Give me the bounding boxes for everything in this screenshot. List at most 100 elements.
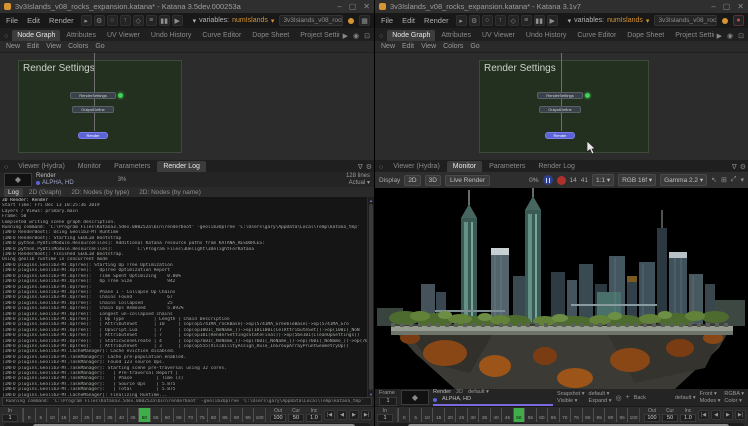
render-log-text[interactable]: 3D Render: RenderStart Time: Fri Dec 13 … [0, 197, 367, 397]
frame-tick[interactable]: 0 [398, 408, 409, 422]
view-preset-dropdown[interactable]: default ▾ [675, 395, 696, 401]
camera-icon[interactable]: ◎ [615, 394, 621, 402]
frame-tick[interactable]: 30 [92, 408, 104, 422]
toolbar-icon[interactable]: ○ [107, 15, 118, 26]
modes-dropdown[interactable]: Modes ▾ [700, 398, 721, 405]
main-tab[interactable]: Curve Editor [572, 30, 621, 41]
rgba-dropdown[interactable]: RGBA ▾ [724, 391, 744, 398]
menu-item[interactable]: File [4, 16, 20, 25]
panel-tab[interactable]: Monitor [72, 161, 107, 172]
refresh-icon[interactable]: ○ [377, 33, 386, 41]
stop-render-icon[interactable]: ● [733, 15, 744, 26]
nodegraph-menu-item[interactable]: New [381, 43, 395, 50]
menu-item[interactable]: Render [47, 16, 76, 25]
render-node[interactable]: Render [545, 132, 575, 139]
nodegraph-menu-item[interactable]: View [46, 43, 61, 50]
out-field[interactable]: Out 100 [270, 407, 286, 423]
frame-tick[interactable]: 10 [46, 408, 58, 422]
gamma-dropdown[interactable]: Gamma 2.2 ▾ [660, 174, 707, 186]
window-control-button[interactable]: ✕ [363, 2, 370, 11]
frame-tick[interactable]: 100 [627, 408, 638, 422]
frame-tick[interactable]: 75 [196, 408, 208, 422]
transport-button[interactable]: ▶ [723, 410, 733, 420]
frame-tick[interactable]: 60 [536, 408, 547, 422]
transport-button[interactable]: ◀ [711, 410, 721, 420]
frame-tick[interactable]: 10 [421, 408, 432, 422]
panel-tab[interactable]: Monitor [447, 161, 482, 172]
toolbar-icon[interactable]: ▸ [456, 15, 467, 26]
main-tab[interactable]: Node Graph [387, 30, 435, 41]
scene-name-field[interactable]: 3v3Islands_v08_rocks_M [279, 15, 343, 26]
frame-tick[interactable]: 5 [35, 408, 47, 422]
frame-tick[interactable]: 20 [444, 408, 455, 422]
pane-split-icon[interactable]: ⊡ [362, 32, 372, 41]
out-field[interactable]: Out 100 [644, 407, 660, 423]
nodegraph-menu-item[interactable]: Go [95, 43, 104, 50]
frame-tick[interactable]: 35 [104, 408, 116, 422]
render-thumbnail[interactable]: ◆ [401, 390, 429, 405]
transport-button[interactable]: ◀ [337, 410, 347, 420]
nodegraph-menu-item[interactable]: Go [470, 43, 479, 50]
transport-button[interactable]: |◀ [324, 410, 335, 420]
titlebar-left[interactable]: 3v3Islands_v08_rocks_expansion.katana* -… [0, 0, 374, 13]
panel-tab[interactable]: Render Log [157, 161, 206, 172]
panel-tab[interactable]: Viewer (Hydra) [12, 161, 71, 172]
refresh-icon[interactable]: ○ [2, 33, 11, 41]
toolbar-icon[interactable]: ⚙ [469, 15, 480, 26]
main-tab[interactable]: Project Settings [295, 30, 339, 41]
log-status-line[interactable]: Running command: 'C:\Program Files\Katan… [2, 397, 372, 406]
render-thumbnail[interactable]: ◆ [4, 173, 32, 187]
toolbar-icon[interactable]: ⚙ [94, 15, 105, 26]
live-render-button[interactable]: Live Render [445, 175, 490, 186]
display-3d-button[interactable]: 3D [425, 175, 441, 186]
frame-tick[interactable]: 80 [207, 408, 219, 422]
window-control-button[interactable]: – [711, 2, 715, 11]
nodegraph-menu-item[interactable]: Colors [68, 43, 88, 50]
frame-tick[interactable]: 45 [501, 408, 512, 422]
inc-field[interactable]: Inc 1.0 [680, 407, 696, 423]
frame-tick[interactable]: 25 [81, 408, 93, 422]
expand-icon[interactable]: ⤢ [731, 176, 737, 184]
toolbar-icon[interactable]: ○ [482, 15, 493, 26]
catalog-entry[interactable]: Render 3D default ▾ ALPHA, HD [433, 389, 553, 406]
chevron-down-icon[interactable]: ▾ [740, 176, 744, 184]
main-tab[interactable]: Curve Editor [197, 30, 246, 41]
record-icon[interactable] [557, 176, 566, 185]
frame-ruler[interactable]: 0510152025303540455055606570758085909510… [397, 408, 640, 422]
views-dropdown[interactable]: Front ▾ [700, 391, 721, 398]
frame-tick[interactable]: 55 [150, 408, 162, 422]
catalog-entry[interactable]: Render ALPHA, HD [36, 173, 74, 187]
transport-button[interactable]: ▶| [735, 410, 746, 420]
toolbar-icon[interactable]: ▶ [172, 15, 183, 26]
frame-tick[interactable]: 90 [604, 408, 615, 422]
frame-tick[interactable]: 75 [570, 408, 581, 422]
toolbar-icon[interactable]: ◇ [508, 15, 519, 26]
variables-value[interactable]: numIslands [607, 17, 643, 24]
window-control-button[interactable]: – [337, 2, 341, 11]
main-tab[interactable]: Project Settings [670, 30, 713, 41]
inc-field[interactable]: Inc 1.0 [306, 407, 322, 423]
main-tab[interactable]: Attributes [61, 30, 101, 41]
color-dropdown[interactable]: Color ▾ [724, 398, 744, 405]
panel-tab[interactable]: Parameters [108, 161, 156, 172]
frame-tick[interactable]: 0 [23, 408, 35, 422]
titlebar-right[interactable]: 3v3Islands_v08_rocks_expansion.katana* -… [375, 0, 748, 13]
menu-item[interactable]: Edit [400, 16, 417, 25]
node-enabled-led[interactable] [585, 93, 590, 98]
frame-tick[interactable]: 35 [478, 408, 489, 422]
toolbar-icon[interactable]: ◇ [133, 15, 144, 26]
frame-tick[interactable]: 65 [547, 408, 558, 422]
toolbar-icon[interactable]: ▮▮ [534, 15, 545, 26]
rendersettings-node[interactable]: RenderSettings [70, 92, 116, 99]
main-tab[interactable]: Node Graph [12, 30, 60, 41]
frame-tick[interactable]: 15 [58, 408, 70, 422]
crop-icon[interactable]: ⊞ [721, 176, 727, 184]
window-control-button[interactable]: ▢ [349, 2, 357, 11]
nodegraph-canvas-right[interactable]: Render Settings RenderSettings OutputDef… [375, 53, 748, 160]
panel-menu-icon[interactable]: ○ [377, 164, 386, 172]
log-tab[interactable]: 2D (Graph) [25, 188, 66, 197]
filter-icon[interactable]: ∇ [732, 163, 737, 171]
window-control-button[interactable]: ✕ [737, 2, 744, 11]
frame-tick[interactable]: 85 [593, 408, 604, 422]
render-node[interactable]: Render [78, 132, 108, 139]
